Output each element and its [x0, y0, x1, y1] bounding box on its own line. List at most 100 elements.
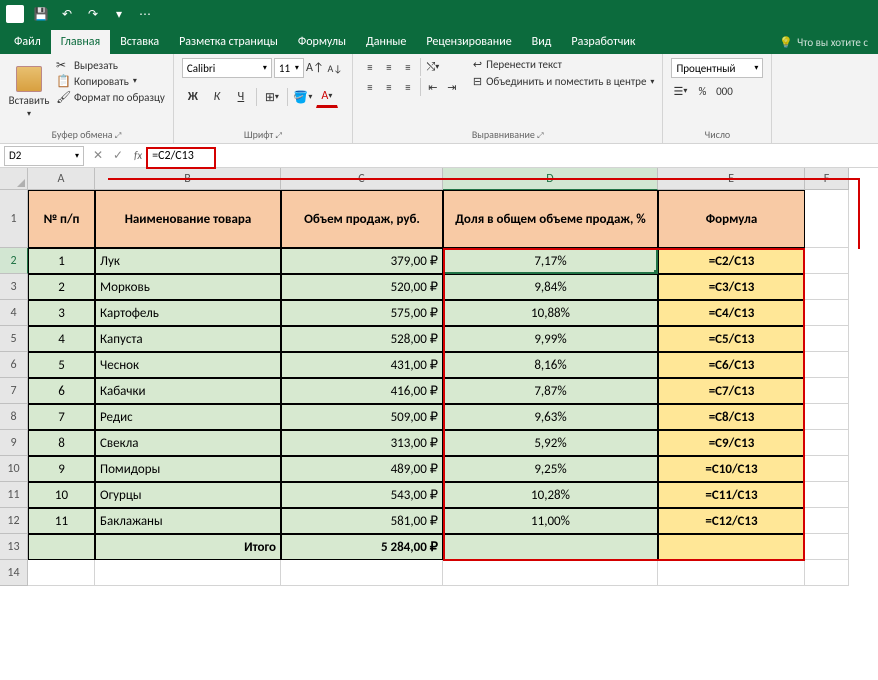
col-header-b[interactable]: B: [95, 168, 281, 190]
indent-decrease-button[interactable]: ⇤: [424, 78, 442, 96]
comma-button[interactable]: 000: [715, 82, 733, 100]
align-center-button[interactable]: ≡: [380, 78, 398, 96]
tab-home[interactable]: Главная: [51, 30, 110, 54]
cell-b11[interactable]: Огурцы: [95, 482, 281, 508]
cell-d4[interactable]: 10,88%: [443, 300, 658, 326]
tab-view[interactable]: Вид: [522, 30, 562, 54]
cell-b3[interactable]: Морковь: [95, 274, 281, 300]
cell-e6[interactable]: =C6/C13: [658, 352, 805, 378]
cell-a8[interactable]: 7: [28, 404, 95, 430]
header-d[interactable]: Доля в общем объеме продаж, %: [443, 190, 658, 248]
cell-b12[interactable]: Баклажаны: [95, 508, 281, 534]
qat-dropdown-icon[interactable]: ▾: [108, 3, 130, 25]
cell-c14[interactable]: [281, 560, 443, 586]
cell-b5[interactable]: Капуста: [95, 326, 281, 352]
percent-button[interactable]: %: [693, 82, 711, 100]
tab-file[interactable]: Файл: [4, 30, 51, 54]
cell-f14[interactable]: [805, 560, 849, 586]
cell-f3[interactable]: [805, 274, 849, 300]
font-color-button[interactable]: A▾: [316, 86, 338, 108]
indent-increase-button[interactable]: ⇥: [443, 78, 461, 96]
cell-f2[interactable]: [805, 248, 849, 274]
cell-d13[interactable]: [443, 534, 658, 560]
cell-e4[interactable]: =C4/C13: [658, 300, 805, 326]
cell-d3[interactable]: 9,84%: [443, 274, 658, 300]
row-header-11[interactable]: 11: [0, 482, 28, 508]
col-header-a[interactable]: A: [28, 168, 95, 190]
header-b[interactable]: Наименование товара: [95, 190, 281, 248]
cell-c8[interactable]: 509,00 ₽: [281, 404, 443, 430]
col-header-d[interactable]: D: [443, 168, 658, 190]
cell-a7[interactable]: 6: [28, 378, 95, 404]
tell-me[interactable]: 💡Что вы хотите с: [769, 31, 878, 54]
cell-c7[interactable]: 416,00 ₽: [281, 378, 443, 404]
cell-f8[interactable]: [805, 404, 849, 430]
cell-e3[interactable]: =C3/C13: [658, 274, 805, 300]
font-size-combo[interactable]: 11▾: [274, 58, 304, 78]
cell-d2[interactable]: 7,17%: [443, 248, 658, 274]
cell-c2[interactable]: 379,00 ₽: [281, 248, 443, 274]
cell-b7[interactable]: Кабачки: [95, 378, 281, 404]
row-header-2[interactable]: 2: [0, 248, 28, 274]
cell-d11[interactable]: 10,28%: [443, 482, 658, 508]
orientation-button[interactable]: ⤭▾: [424, 58, 442, 76]
align-middle-button[interactable]: ≡: [380, 58, 398, 76]
row-header-3[interactable]: 3: [0, 274, 28, 300]
row-header-5[interactable]: 5: [0, 326, 28, 352]
col-header-e[interactable]: E: [658, 168, 805, 190]
number-format-combo[interactable]: Процентный▾: [671, 58, 763, 78]
cell-c6[interactable]: 431,00 ₽: [281, 352, 443, 378]
cell-e13[interactable]: [658, 534, 805, 560]
cell-b8[interactable]: Редис: [95, 404, 281, 430]
cell-e7[interactable]: =C7/C13: [658, 378, 805, 404]
cell-a12[interactable]: 11: [28, 508, 95, 534]
cancel-formula-button[interactable]: ✕: [88, 146, 108, 166]
merge-center-button[interactable]: ⊟Объединить и поместить в центре▾: [473, 75, 655, 88]
cell-d7[interactable]: 7,87%: [443, 378, 658, 404]
cell-c5[interactable]: 528,00 ₽: [281, 326, 443, 352]
cell-a5[interactable]: 4: [28, 326, 95, 352]
row-header-7[interactable]: 7: [0, 378, 28, 404]
cell-c10[interactable]: 489,00 ₽: [281, 456, 443, 482]
cell-d14[interactable]: [443, 560, 658, 586]
cell-c4[interactable]: 575,00 ₽: [281, 300, 443, 326]
cell-a11[interactable]: 10: [28, 482, 95, 508]
cell-b2[interactable]: Лук: [95, 248, 281, 274]
cell-a14[interactable]: [28, 560, 95, 586]
cell-d10[interactable]: 9,25%: [443, 456, 658, 482]
align-bottom-button[interactable]: ≡: [399, 58, 417, 76]
paste-button[interactable]: Вставить ▾: [8, 58, 50, 126]
header-a[interactable]: № п/п: [28, 190, 95, 248]
confirm-formula-button[interactable]: ✓: [108, 146, 128, 166]
tab-formulas[interactable]: Формулы: [288, 30, 356, 54]
undo-button[interactable]: ↶: [56, 3, 78, 25]
cell-f4[interactable]: [805, 300, 849, 326]
col-header-c[interactable]: C: [281, 168, 443, 190]
cell-e12[interactable]: =C12/C13: [658, 508, 805, 534]
cell-c13[interactable]: 5 284,00 ₽: [281, 534, 443, 560]
cell-e10[interactable]: =C10/C13: [658, 456, 805, 482]
row-header-14[interactable]: 14: [0, 560, 28, 586]
cell-d8[interactable]: 9,63%: [443, 404, 658, 430]
tab-data[interactable]: Данные: [356, 30, 416, 54]
decrease-font-button[interactable]: A↓: [326, 59, 344, 77]
cell-c11[interactable]: 543,00 ₽: [281, 482, 443, 508]
row-header-1[interactable]: 1: [0, 190, 28, 248]
cell-f6[interactable]: [805, 352, 849, 378]
italic-button[interactable]: К: [206, 86, 228, 108]
cell-f9[interactable]: [805, 430, 849, 456]
wrap-text-button[interactable]: ↩Перенести текст: [473, 58, 655, 71]
header-c[interactable]: Объем продаж, руб.: [281, 190, 443, 248]
align-right-button[interactable]: ≡: [399, 78, 417, 96]
row-header-4[interactable]: 4: [0, 300, 28, 326]
row-header-13[interactable]: 13: [0, 534, 28, 560]
cell-b13[interactable]: Итого: [95, 534, 281, 560]
header-e[interactable]: Формула: [658, 190, 805, 248]
cell-f11[interactable]: [805, 482, 849, 508]
cell-a3[interactable]: 2: [28, 274, 95, 300]
cell-f5[interactable]: [805, 326, 849, 352]
copy-button[interactable]: Копировать▾: [56, 74, 165, 88]
redo-button[interactable]: ↷: [82, 3, 104, 25]
cell-a6[interactable]: 5: [28, 352, 95, 378]
bold-button[interactable]: Ж: [182, 86, 204, 108]
